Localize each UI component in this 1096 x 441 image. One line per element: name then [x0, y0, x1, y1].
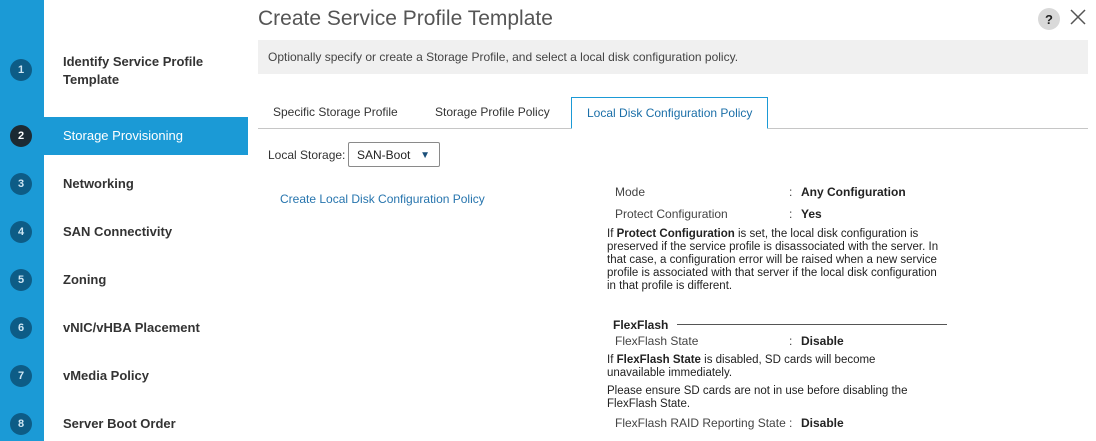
- step-number: 2: [10, 125, 32, 147]
- raid-colon: :: [789, 416, 793, 430]
- wizard-step-server-boot-order[interactable]: 8 Server Boot Order: [0, 405, 248, 441]
- local-storage-label: Local Storage:: [268, 148, 346, 162]
- step-label: Storage Provisioning: [63, 128, 183, 143]
- wizard-step-identify[interactable]: 1 Identify Service Profile Template: [0, 51, 248, 89]
- wizard-step-san-connectivity[interactable]: 4 SAN Connectivity: [0, 213, 248, 251]
- step-label: Identify Service Profile Template: [63, 54, 204, 87]
- step-number: 5: [10, 269, 32, 291]
- wizard-step-vnic-vhba-placement[interactable]: 6 vNIC/vHBA Placement: [0, 309, 248, 347]
- wizard-step-networking[interactable]: 3 Networking: [0, 165, 248, 203]
- flexflash-note: If FlexFlash State is disabled, SD cards…: [607, 354, 876, 379]
- local-storage-value: SAN-Boot: [357, 148, 411, 162]
- raid-value: Disable: [801, 416, 844, 430]
- step-number: 6: [10, 317, 32, 339]
- mode-label: Mode: [615, 185, 646, 199]
- step-label: vMedia Policy: [63, 368, 149, 383]
- local-storage-select[interactable]: SAN-Boot ▼: [348, 142, 440, 167]
- wizard-steps: 1 Identify Service Profile Template 2 St…: [0, 0, 248, 441]
- mode-colon: :: [789, 185, 793, 199]
- tab-local-disk-configuration-policy[interactable]: Local Disk Configuration Policy: [571, 97, 769, 129]
- close-button[interactable]: [1068, 5, 1088, 29]
- step-number: 7: [10, 365, 32, 387]
- protect-value: Yes: [801, 207, 822, 221]
- step-number: 4: [10, 221, 32, 243]
- dialog-title: Create Service Profile Template: [258, 7, 553, 30]
- flexflash-note-2: Please ensure SD cards are not in use be…: [607, 385, 908, 410]
- step-number: 1: [10, 59, 32, 81]
- flexflash-heading: FlexFlash: [613, 318, 669, 332]
- description-text: Optionally specify or create a Storage P…: [268, 50, 739, 64]
- wizard-step-zoning[interactable]: 5 Zoning: [0, 261, 248, 299]
- close-icon: [1070, 9, 1086, 25]
- protect-note: If Protect Configuration is set, the loc…: [607, 228, 939, 292]
- step-label: Server Boot Order: [63, 416, 176, 431]
- help-button[interactable]: ?: [1038, 8, 1060, 30]
- flexflash-note-bold: FlexFlash State: [616, 354, 701, 366]
- create-local-disk-config-policy-link[interactable]: Create Local Disk Configuration Policy: [280, 192, 485, 206]
- step-label: SAN Connectivity: [63, 224, 173, 239]
- protect-colon: :: [789, 207, 793, 221]
- tab-specific-storage-profile[interactable]: Specific Storage Profile: [273, 97, 398, 129]
- wizard-step-vmedia-policy[interactable]: 7 vMedia Policy: [0, 357, 248, 395]
- wizard-step-storage-provisioning[interactable]: 2 Storage Provisioning: [0, 117, 248, 155]
- tab-storage-profile-policy[interactable]: Storage Profile Policy: [435, 97, 550, 129]
- flexflash-state-label: FlexFlash State: [615, 334, 699, 348]
- flexflash-state-value: Disable: [801, 334, 844, 348]
- step-label: Networking: [63, 176, 134, 191]
- description-bar: Optionally specify or create a Storage P…: [258, 40, 1088, 74]
- protect-label: Protect Configuration: [615, 207, 728, 221]
- step-number: 3: [10, 173, 32, 195]
- caret-down-icon: ▼: [420, 150, 430, 161]
- raid-label: FlexFlash RAID Reporting State: [615, 416, 786, 430]
- protect-note-bold: Protect Configuration: [616, 228, 735, 240]
- step-label: vNIC/vHBA Placement: [63, 320, 200, 335]
- flexflash-divider: [677, 324, 947, 325]
- step-label: Zoning: [63, 272, 107, 287]
- tab-bar: Specific Storage Profile Storage Profile…: [258, 97, 1088, 129]
- mode-value: Any Configuration: [801, 185, 906, 199]
- step-number: 8: [10, 413, 32, 435]
- flexflash-state-colon: :: [789, 334, 793, 348]
